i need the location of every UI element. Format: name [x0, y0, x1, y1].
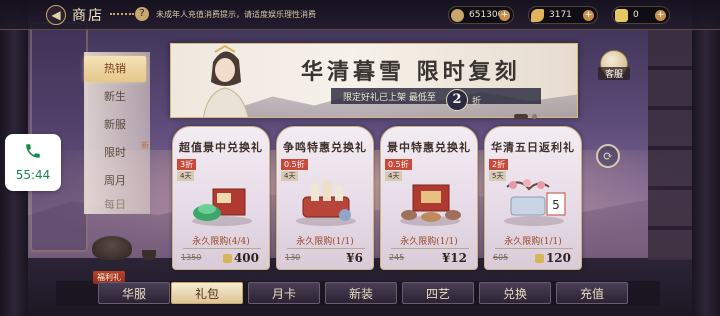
call-duration: 55:44: [15, 168, 51, 182]
original-price: 605: [493, 253, 509, 262]
call-widget[interactable]: 55:44: [5, 134, 61, 191]
sidenav-item-newbie[interactable]: 新生: [84, 84, 146, 110]
card-divider: [495, 248, 573, 249]
tab-monthly-card[interactable]: 月卡: [248, 282, 320, 304]
currency-feather: 3171 +: [528, 6, 598, 24]
currency-value: 3171: [549, 10, 572, 20]
add-feather-button[interactable]: +: [583, 10, 594, 21]
price-value: ¥6: [346, 251, 363, 265]
original-price: 245: [389, 253, 405, 262]
ingot-icon: [534, 254, 544, 263]
card-title: 争鸣特惠兑换礼: [283, 141, 367, 154]
discount-badge: 0.5折: [281, 159, 308, 170]
card-title: 超值景中兑换礼: [179, 141, 263, 154]
teapot: [92, 236, 132, 260]
back-button[interactable]: ◀: [46, 5, 66, 25]
card-divider: [287, 248, 365, 249]
ingot-icon: [222, 254, 232, 263]
tab-gift-pack[interactable]: 礼包: [171, 282, 243, 304]
buy-price[interactable]: 120: [534, 251, 571, 265]
gift-box-scrolls-art: [296, 181, 356, 226]
currency-ingot: 0 +: [612, 6, 670, 24]
purchase-limit: 永久限购(1/1): [400, 237, 458, 247]
tab-new-outfit[interactable]: 新装: [325, 282, 397, 304]
coin-icon: [451, 9, 464, 22]
sidenav-item-new-server[interactable]: 新服: [84, 112, 146, 138]
new-tag: 新: [141, 141, 149, 150]
character-portrait: [203, 44, 249, 117]
card-divider: [391, 248, 469, 249]
gift-box-jade-art: [192, 188, 252, 226]
right-shelf: [648, 30, 692, 260]
consumption-notice: 未成年人充值消费提示，请适度娱乐理性消费: [156, 10, 316, 19]
teacup: [142, 250, 156, 260]
add-ingot-button[interactable]: +: [655, 10, 666, 21]
discount-badge: 0.5折: [385, 159, 412, 170]
original-price: 130: [285, 253, 301, 262]
tab-exchange[interactable]: 兑换: [479, 282, 551, 304]
sidenav-item-weekly-monthly[interactable]: 周月: [84, 168, 146, 194]
price-value: ¥12: [441, 251, 467, 265]
svg-text:5: 5: [552, 198, 560, 212]
buy-price[interactable]: 400: [222, 251, 259, 265]
gift-card[interactable]: 华清五日返利礼 2折 5天 5 永久限购(1/1) 605 120: [484, 126, 582, 270]
purchase-limit: 永久限购(1/1): [504, 237, 562, 247]
banner-title: 华清暮雪 限时复刻: [301, 59, 521, 85]
gift-box-calendar-art: 5: [504, 179, 566, 226]
gift-card[interactable]: 景中特惠兑换礼 0.5折 4天 永久限购(1/1) 245 ¥12: [380, 126, 478, 270]
feather-icon: [531, 9, 544, 22]
refresh-icon[interactable]: ⟳: [596, 144, 620, 168]
banner-discount-suffix: 折: [472, 97, 482, 107]
tab-four-arts[interactable]: 四艺: [402, 282, 474, 304]
gift-card[interactable]: 争鸣特惠兑换礼 0.5折 4天 永久限购(1/1) 130 ¥6: [276, 126, 374, 270]
page-title: 商店: [72, 8, 104, 24]
sidenav-item-hot[interactable]: 热销: [84, 56, 146, 82]
gift-box-cakes-art: [400, 184, 461, 226]
card-divider: [183, 248, 261, 249]
title-divider: [110, 13, 134, 15]
purchase-limit: 永久限购(4/4): [192, 237, 250, 247]
currency-coin: 651300 +: [448, 6, 514, 24]
customer-service-label[interactable]: 客服: [598, 67, 630, 80]
discount-badge: 2折: [489, 159, 509, 170]
banner-discount: 2: [446, 89, 468, 111]
add-coin-button[interactable]: +: [499, 10, 510, 21]
gift-card[interactable]: 超值景中兑换礼 3折 4天 永久限购(4/4) 1350 400: [172, 126, 270, 270]
phone-icon: [26, 144, 40, 158]
tab-fashion[interactable]: 华服: [98, 282, 170, 304]
price-value: 400: [233, 251, 259, 265]
buy-price[interactable]: ¥6: [346, 251, 363, 265]
help-icon[interactable]: ?: [135, 7, 149, 21]
sidenav: 热销 新生 新服 限时 周月 每日: [84, 52, 150, 212]
sidenav-item-limited[interactable]: 限时: [84, 140, 146, 166]
price-value: 120: [545, 251, 571, 265]
right-pillar: [692, 0, 720, 316]
discount-badge: 3折: [177, 159, 197, 170]
ingot-icon: [615, 9, 628, 22]
banner-subtitle: 限定好礼已上架 最低至: [343, 93, 436, 103]
buy-price[interactable]: ¥12: [442, 251, 467, 265]
top-bar: ◀ 商店 ? 未成年人充值消费提示，请适度娱乐理性消费 651300 + 317…: [0, 0, 720, 30]
card-title: 华清五日返利礼: [491, 141, 575, 154]
banner-pagination[interactable]: [514, 104, 541, 123]
purchase-limit: 永久限购(1/1): [296, 237, 354, 247]
tab-recharge[interactable]: 充值: [556, 282, 628, 304]
card-title: 景中特惠兑换礼: [387, 141, 471, 154]
original-price: 1350: [181, 253, 202, 262]
sidenav-item-daily[interactable]: 每日: [84, 196, 146, 214]
currency-value: 0: [633, 10, 639, 20]
